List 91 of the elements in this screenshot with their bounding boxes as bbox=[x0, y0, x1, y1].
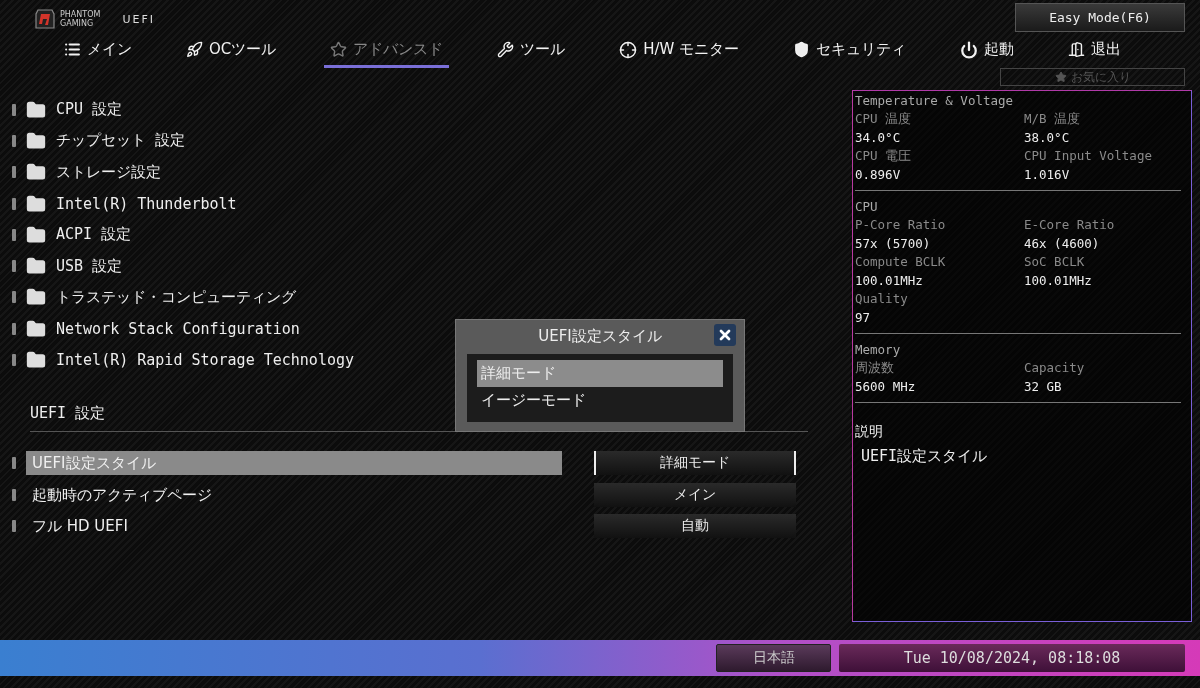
row-handle-icon bbox=[12, 260, 16, 273]
field-value: 57x (5700) bbox=[855, 235, 932, 253]
row-handle-icon bbox=[12, 457, 16, 470]
menu-item[interactable]: トラステッド・コンピューティング bbox=[56, 287, 296, 307]
wrench-icon bbox=[497, 41, 515, 58]
rocket-icon bbox=[186, 41, 203, 58]
easy-mode-button[interactable]: Easy Mode(F6) bbox=[1015, 3, 1185, 32]
folder-icon bbox=[26, 350, 46, 370]
field-value: 0.896V bbox=[855, 166, 902, 184]
field-label: Capacity bbox=[1024, 359, 1086, 377]
panel-section-title: Temperature & Voltage bbox=[855, 92, 1015, 110]
field-label: P-Core Ratio bbox=[855, 216, 947, 234]
row-handle-icon bbox=[12, 134, 16, 147]
nav-tab[interactable]: OCツール bbox=[180, 34, 283, 68]
power-icon bbox=[960, 40, 979, 59]
nav-tab[interactable]: アドバンスド bbox=[324, 34, 450, 68]
menu-item[interactable]: Intel(R) Rapid Storage Technology bbox=[56, 351, 354, 369]
field-value: 38.0°C bbox=[1024, 129, 1071, 147]
panel-section-title: CPU bbox=[855, 198, 879, 216]
door-icon bbox=[1068, 41, 1086, 58]
folder-icon bbox=[26, 99, 46, 120]
field-value: 32 GB bbox=[1024, 378, 1063, 396]
language-button[interactable]: 日本語 bbox=[716, 644, 831, 672]
menu-item[interactable]: ACPI 設定 bbox=[56, 225, 132, 245]
folder-icon bbox=[26, 287, 46, 308]
row-handle-icon bbox=[12, 228, 16, 241]
shield-icon bbox=[793, 41, 811, 58]
datetime-display: Tue 10/08/2024, 08:18:08 bbox=[839, 644, 1185, 672]
menu-item[interactable]: Network Stack Configuration bbox=[56, 319, 300, 338]
section-title: UEFI 設定 bbox=[30, 403, 107, 424]
field-label: SoC BCLK bbox=[1024, 253, 1086, 271]
setting-value-button[interactable]: 自動 bbox=[594, 514, 796, 539]
field-label: Quality bbox=[855, 290, 909, 308]
row-handle-icon bbox=[12, 322, 16, 335]
logo-icon bbox=[34, 8, 56, 30]
setting-value-button[interactable]: メイン bbox=[594, 482, 796, 507]
row-handle-icon bbox=[12, 166, 16, 179]
menu-item[interactable]: チップセット 設定 bbox=[56, 131, 186, 151]
nav-tab[interactable]: メイン bbox=[58, 34, 138, 68]
field-value: 46x (4600) bbox=[1024, 235, 1101, 253]
star-icon bbox=[1054, 71, 1067, 83]
folder-icon bbox=[26, 162, 46, 183]
row-handle-icon bbox=[12, 197, 16, 210]
field-label: CPU 温度 bbox=[855, 110, 913, 128]
folder-icon bbox=[26, 193, 46, 214]
setting-label[interactable]: 起動時のアクティブページ bbox=[26, 482, 562, 507]
menu-item[interactable]: ストレージ設定 bbox=[56, 162, 161, 182]
field-value: 1.016V bbox=[1024, 166, 1071, 184]
folder-icon bbox=[26, 318, 46, 339]
field-value: 100.01MHz bbox=[1024, 272, 1093, 290]
row-handle-icon bbox=[12, 354, 16, 366]
crosshair-icon bbox=[619, 40, 638, 59]
option-item[interactable]: イージーモード bbox=[477, 387, 723, 414]
field-label: CPU 電圧 bbox=[855, 147, 913, 165]
setting-label[interactable]: フル HD UEFI bbox=[26, 514, 562, 539]
folder-icon bbox=[26, 130, 46, 151]
nav-tab[interactable]: セキュリティ bbox=[787, 34, 913, 68]
row-handle-icon bbox=[12, 488, 16, 501]
field-label: Compute BCLK bbox=[855, 253, 947, 271]
field-label: 周波数 bbox=[855, 359, 895, 377]
nav-tab[interactable]: H/W モニター bbox=[613, 34, 746, 68]
row-handle-icon bbox=[12, 291, 16, 304]
menu-item[interactable]: USB 設定 bbox=[56, 256, 123, 276]
menu-item[interactable]: CPU 設定 bbox=[56, 100, 123, 120]
description-title: 説明 bbox=[855, 423, 884, 441]
star-icon bbox=[330, 41, 348, 58]
field-value: 5600 MHz bbox=[855, 378, 917, 396]
popup-title: UEFI設定スタイル bbox=[538, 327, 662, 346]
nav-tab[interactable]: 退出 bbox=[1062, 34, 1128, 68]
close-icon bbox=[717, 327, 733, 343]
folder-icon bbox=[26, 256, 46, 277]
nav-tab[interactable]: 起動 bbox=[954, 34, 1021, 68]
field-value: 100.01MHz bbox=[855, 272, 924, 290]
field-label: CPU Input Voltage bbox=[1024, 147, 1153, 165]
description-text: UEFI設定スタイル bbox=[861, 447, 989, 466]
row-handle-icon bbox=[12, 103, 16, 116]
field-value: 34.0°C bbox=[855, 129, 902, 147]
menu-item[interactable]: Intel(R) Thunderbolt bbox=[56, 194, 237, 213]
list-icon bbox=[64, 41, 81, 58]
field-label: M/B 温度 bbox=[1024, 110, 1082, 128]
folder-icon bbox=[26, 224, 46, 245]
field-value: 97 bbox=[855, 309, 872, 327]
field-label: E-Core Ratio bbox=[1024, 216, 1116, 234]
product-label: UEFI bbox=[122, 12, 155, 26]
row-handle-icon bbox=[12, 520, 16, 533]
brand-text: GAMING bbox=[60, 19, 95, 28]
panel-section-title: Memory bbox=[855, 341, 902, 359]
close-button[interactable] bbox=[714, 324, 736, 346]
brand-text: PHANTOM bbox=[60, 10, 101, 19]
nav-tab[interactable]: ツール bbox=[491, 34, 572, 68]
setting-value-button[interactable]: 詳細モード bbox=[594, 451, 796, 476]
